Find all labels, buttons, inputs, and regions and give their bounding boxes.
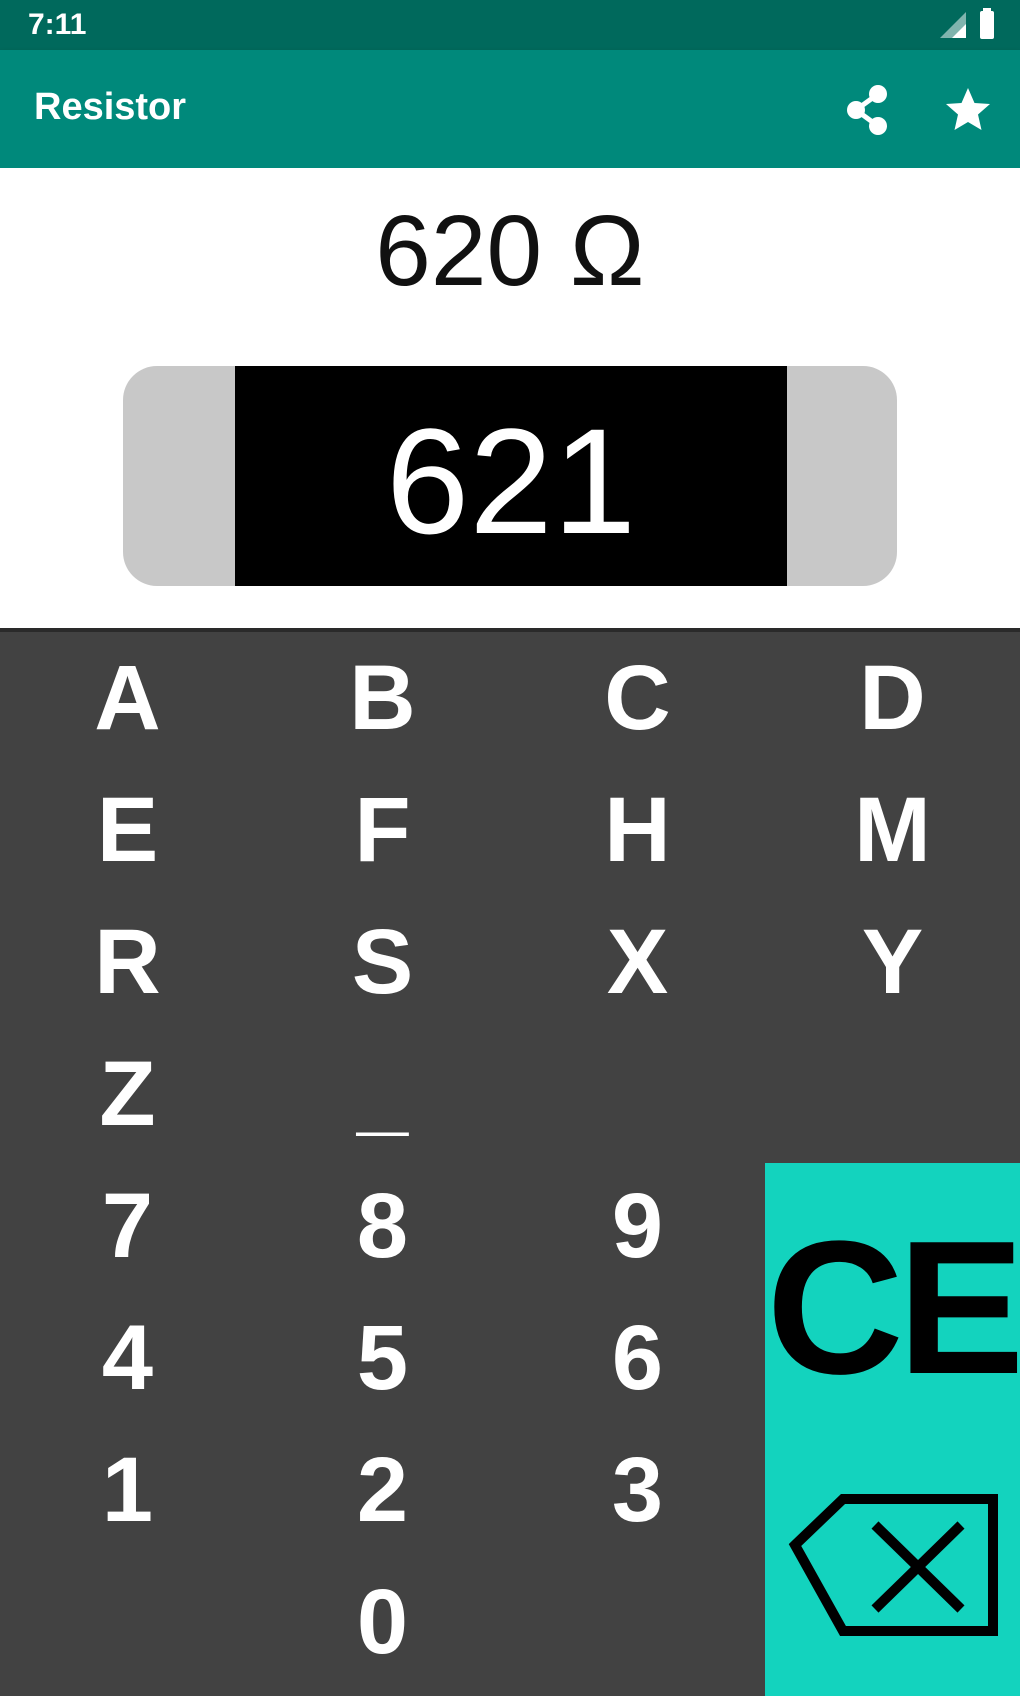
resistance-value: 620 Ω xyxy=(375,195,645,307)
key-b[interactable]: B xyxy=(255,632,510,764)
key-1[interactable]: 1 xyxy=(0,1424,255,1556)
share-button[interactable] xyxy=(838,80,898,140)
key-underscore[interactable]: _ xyxy=(255,1028,510,1160)
key-c[interactable]: C xyxy=(510,632,765,764)
key-7[interactable]: 7 xyxy=(0,1160,255,1292)
backspace-button[interactable] xyxy=(765,1453,1020,1696)
favorite-button[interactable] xyxy=(938,80,998,140)
signal-icon xyxy=(940,12,966,38)
key-a[interactable]: A xyxy=(0,632,255,764)
key-m[interactable]: M xyxy=(765,764,1020,896)
key-s[interactable]: S xyxy=(255,896,510,1028)
star-icon xyxy=(946,88,990,130)
status-time: 7:11 xyxy=(28,8,87,41)
key-h[interactable]: H xyxy=(510,764,765,896)
key-2[interactable]: 2 xyxy=(255,1424,510,1556)
key-r[interactable]: R xyxy=(0,896,255,1028)
action-panel: CE xyxy=(765,1163,1020,1696)
share-icon xyxy=(847,85,887,135)
key-y[interactable]: Y xyxy=(765,896,1020,1028)
backspace-icon xyxy=(788,1494,998,1636)
key-9[interactable]: 9 xyxy=(510,1160,765,1292)
resistor-code: 621 xyxy=(235,366,787,586)
status-icons xyxy=(910,8,1000,42)
key-6[interactable]: 6 xyxy=(510,1292,765,1424)
keypad: A B C D E F H M R S X Y Z _ 7 8 9 4 5 6 … xyxy=(0,632,1020,1696)
key-3[interactable]: 3 xyxy=(510,1424,765,1556)
key-e[interactable]: E xyxy=(0,764,255,896)
clear-entry-button[interactable]: CE xyxy=(765,1163,1020,1453)
key-8[interactable]: 8 xyxy=(255,1160,510,1292)
key-x[interactable]: X xyxy=(510,896,765,1028)
key-z[interactable]: Z xyxy=(0,1028,255,1160)
battery-icon xyxy=(980,8,994,39)
display-area: 620 Ω 621 xyxy=(0,168,1020,630)
smd-resistor-graphic: 621 xyxy=(123,366,897,586)
key-0[interactable]: 0 xyxy=(255,1556,510,1688)
key-d[interactable]: D xyxy=(765,632,1020,764)
app-title: Resistor xyxy=(34,86,187,128)
app-bar: Resistor xyxy=(0,50,1020,168)
key-5[interactable]: 5 xyxy=(255,1292,510,1424)
key-4[interactable]: 4 xyxy=(0,1292,255,1424)
status-bar: 7:11 xyxy=(0,0,1020,50)
key-f[interactable]: F xyxy=(255,764,510,896)
